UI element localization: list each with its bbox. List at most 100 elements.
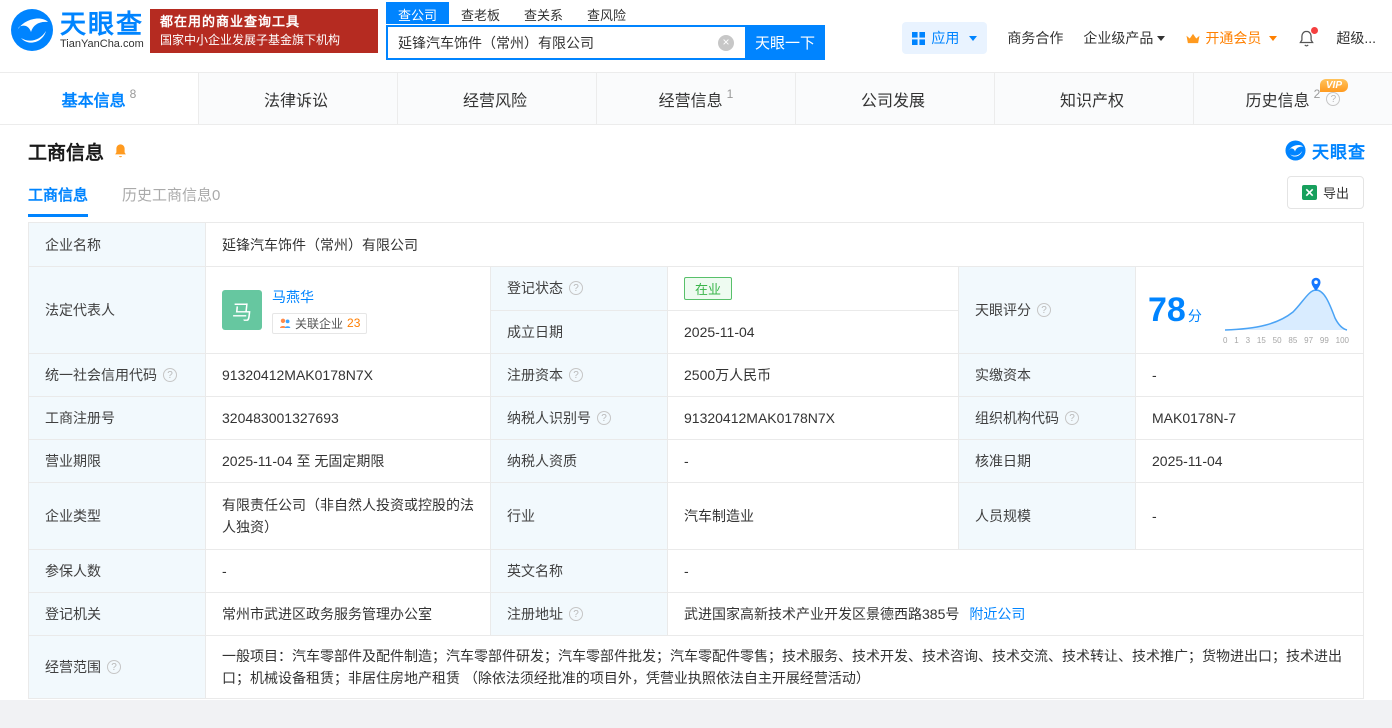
- brand-domain: TianYanCha.com: [60, 38, 144, 50]
- score-pin-icon: [1311, 277, 1321, 291]
- help-icon[interactable]: [1065, 411, 1079, 425]
- help-icon[interactable]: [107, 660, 121, 674]
- logo-icon: [1285, 140, 1306, 161]
- paid-capital-value: -: [1136, 354, 1363, 397]
- app-menu[interactable]: 应用: [902, 22, 988, 54]
- nearby-companies-link[interactable]: 附近公司: [969, 604, 1025, 624]
- tab-legal-proceedings[interactable]: 法律诉讼: [199, 73, 398, 124]
- company-name-label: 企业名称: [29, 223, 206, 267]
- staff-size-value: -: [1136, 483, 1363, 550]
- caret-down-icon: [1269, 35, 1278, 41]
- business-term-value: 2025-11-04 至 无固定期限: [206, 440, 491, 483]
- search-area: 查公司 查老板 查关系 查风险 天眼一下: [386, 2, 825, 60]
- business-scope-label: 经营范围: [29, 636, 206, 698]
- company-type-label: 企业类型: [29, 483, 206, 550]
- status-date-block: 登记状态 在业 成立日期 2025-11-04: [491, 267, 959, 354]
- help-icon[interactable]: [163, 368, 177, 382]
- crown-icon: [1186, 33, 1200, 43]
- reg-number-label: 工商注册号: [29, 397, 206, 440]
- subtab-history-business-info[interactable]: 历史工商信息0: [122, 184, 220, 217]
- staff-size-label: 人员规模: [959, 483, 1136, 550]
- help-icon[interactable]: [1037, 303, 1051, 317]
- help-icon[interactable]: [569, 281, 583, 296]
- taxpayer-id-value: 91320412MAK0178N7X: [668, 397, 959, 440]
- subtab-business-info[interactable]: 工商信息: [28, 184, 89, 217]
- section-watermark-logo: 天眼查: [1285, 138, 1366, 163]
- help-icon[interactable]: [597, 411, 611, 425]
- search-tab-relation[interactable]: 查关系: [512, 2, 575, 24]
- tab-intellectual-property[interactable]: 知识产权: [995, 73, 1194, 124]
- table-row: 法定代表人 马 马燕华 关联企业 23 登记状态 ? 在业 成立日期 2025-…: [29, 267, 1363, 354]
- company-tabs: 基本信息 8 法律诉讼 经营风险 经营信息 1 公司发展 知识产权 VIP 历史信息…: [0, 72, 1392, 125]
- reg-address-value: 武进国家高新技术产业开发区景德西路385号 附近公司: [668, 593, 1363, 636]
- notification-bell[interactable]: [1297, 26, 1319, 48]
- industry-label: 行业: [491, 483, 668, 550]
- legal-rep-label: 法定代表人: [29, 267, 206, 354]
- app-label: 应用: [931, 30, 960, 46]
- notification-dot: [1311, 26, 1319, 34]
- establish-date-value: 2025-11-04: [668, 310, 958, 353]
- table-row: 统一社会信用代码 91320412MAK0178N7X 注册资本 2500万人民…: [29, 354, 1363, 397]
- enterprise-products-menu[interactable]: 企业级产品: [1083, 28, 1166, 48]
- tab-operation-risk[interactable]: 经营风险: [398, 73, 597, 124]
- approval-date-label: 核准日期: [959, 440, 1136, 483]
- status-badge: 在业: [684, 276, 733, 300]
- header: 天眼查 TianYanCha.com 都在用的商业查询工具 国家中小企业发展子基…: [0, 0, 1392, 62]
- tab-basic-info[interactable]: 基本信息 8: [0, 73, 199, 124]
- tianyancha-logo[interactable]: 天眼查 TianYanCha.com: [10, 8, 144, 52]
- slogan-line1: 都在用的商业查询工具: [160, 14, 301, 29]
- business-info-table: 企业名称 延锋汽车饰件（常州）有限公司 法定代表人 马 马燕华 关联企业 23: [28, 222, 1364, 699]
- search-clear-icon[interactable]: [718, 35, 734, 51]
- table-row: 企业名称 延锋汽车饰件（常州）有限公司: [29, 223, 1363, 267]
- business-cooperation-link[interactable]: 商务合作: [1007, 28, 1063, 48]
- reg-number-value: 320483001327693: [206, 397, 491, 440]
- page: 天眼查 TianYanCha.com 都在用的商业查询工具 国家中小企业发展子基…: [0, 0, 1392, 728]
- establish-date-label: 成立日期: [491, 310, 668, 353]
- table-row: 参保人数 - 英文名称 -: [29, 550, 1363, 593]
- tab-company-development[interactable]: 公司发展: [796, 73, 995, 124]
- help-icon[interactable]: [569, 607, 583, 621]
- tab-operation-info[interactable]: 经营信息 1: [597, 73, 796, 124]
- insured-count-label: 参保人数: [29, 550, 206, 593]
- reg-authority-label: 登记机关: [29, 593, 206, 636]
- taxpayer-quality-value: -: [668, 440, 959, 483]
- english-name-label: 英文名称: [491, 550, 668, 593]
- related-company-icon: [280, 318, 291, 328]
- reg-authority-value: 常州市武进区政务服务管理办公室: [206, 593, 491, 636]
- search-button[interactable]: 天眼一下: [745, 25, 825, 60]
- help-icon[interactable]: [1326, 91, 1341, 106]
- section-header: 工商信息: [28, 138, 129, 165]
- search-tabs: 查公司 查老板 查关系 查风险: [386, 2, 825, 24]
- search-input[interactable]: [386, 25, 745, 60]
- business-term-label: 营业期限: [29, 440, 206, 483]
- score-chart: 01 3 15 50 85 97 99 100: [1223, 276, 1351, 345]
- search-tab-boss[interactable]: 查老板: [449, 2, 512, 24]
- excel-icon: [1301, 185, 1317, 200]
- org-code-value: MAK0178N-7: [1136, 397, 1363, 440]
- related-companies-tag[interactable]: 关联企业 23: [272, 312, 368, 334]
- legal-rep-name-link[interactable]: 马燕华: [272, 287, 367, 307]
- open-vip-menu[interactable]: 开通会员: [1185, 28, 1278, 48]
- search-tab-risk[interactable]: 查风险: [575, 2, 638, 24]
- reg-address-label: 注册地址: [491, 593, 668, 636]
- credit-code-value: 91320412MAK0178N7X: [206, 354, 491, 397]
- table-row: 经营范围 一般项目：汽车零部件及配件制造；汽车零部件研发；汽车零部件批发；汽车零…: [29, 636, 1363, 698]
- related-count: 23: [347, 316, 361, 330]
- super-vip-link[interactable]: 超级...: [1336, 28, 1376, 48]
- alert-bell-icon[interactable]: [112, 143, 129, 160]
- tab-history-info[interactable]: VIP 历史信息 2: [1194, 73, 1392, 124]
- search-tab-company[interactable]: 查公司: [386, 2, 450, 24]
- insured-count-value: -: [206, 550, 491, 593]
- company-type-value: 有限责任公司（非自然人投资或控股的法人独资）: [206, 483, 491, 550]
- approval-date-value: 2025-11-04: [1136, 440, 1363, 483]
- table-row: 工商注册号 320483001327693 纳税人识别号 91320412MAK…: [29, 397, 1363, 440]
- help-icon[interactable]: [569, 368, 583, 382]
- credit-code-label: 统一社会信用代码: [29, 354, 206, 397]
- table-row: 营业期限 2025-11-04 至 无固定期限 纳税人资质 - 核准日期 202…: [29, 440, 1363, 483]
- reg-capital-label: 注册资本: [491, 354, 668, 397]
- company-name-value: 延锋汽车饰件（常州）有限公司: [206, 223, 1363, 267]
- legal-rep-avatar[interactable]: 马: [222, 290, 262, 330]
- export-button[interactable]: 导出: [1286, 176, 1364, 209]
- vip-badge: VIP: [1319, 79, 1348, 92]
- reg-status-value: 在业: [668, 267, 958, 310]
